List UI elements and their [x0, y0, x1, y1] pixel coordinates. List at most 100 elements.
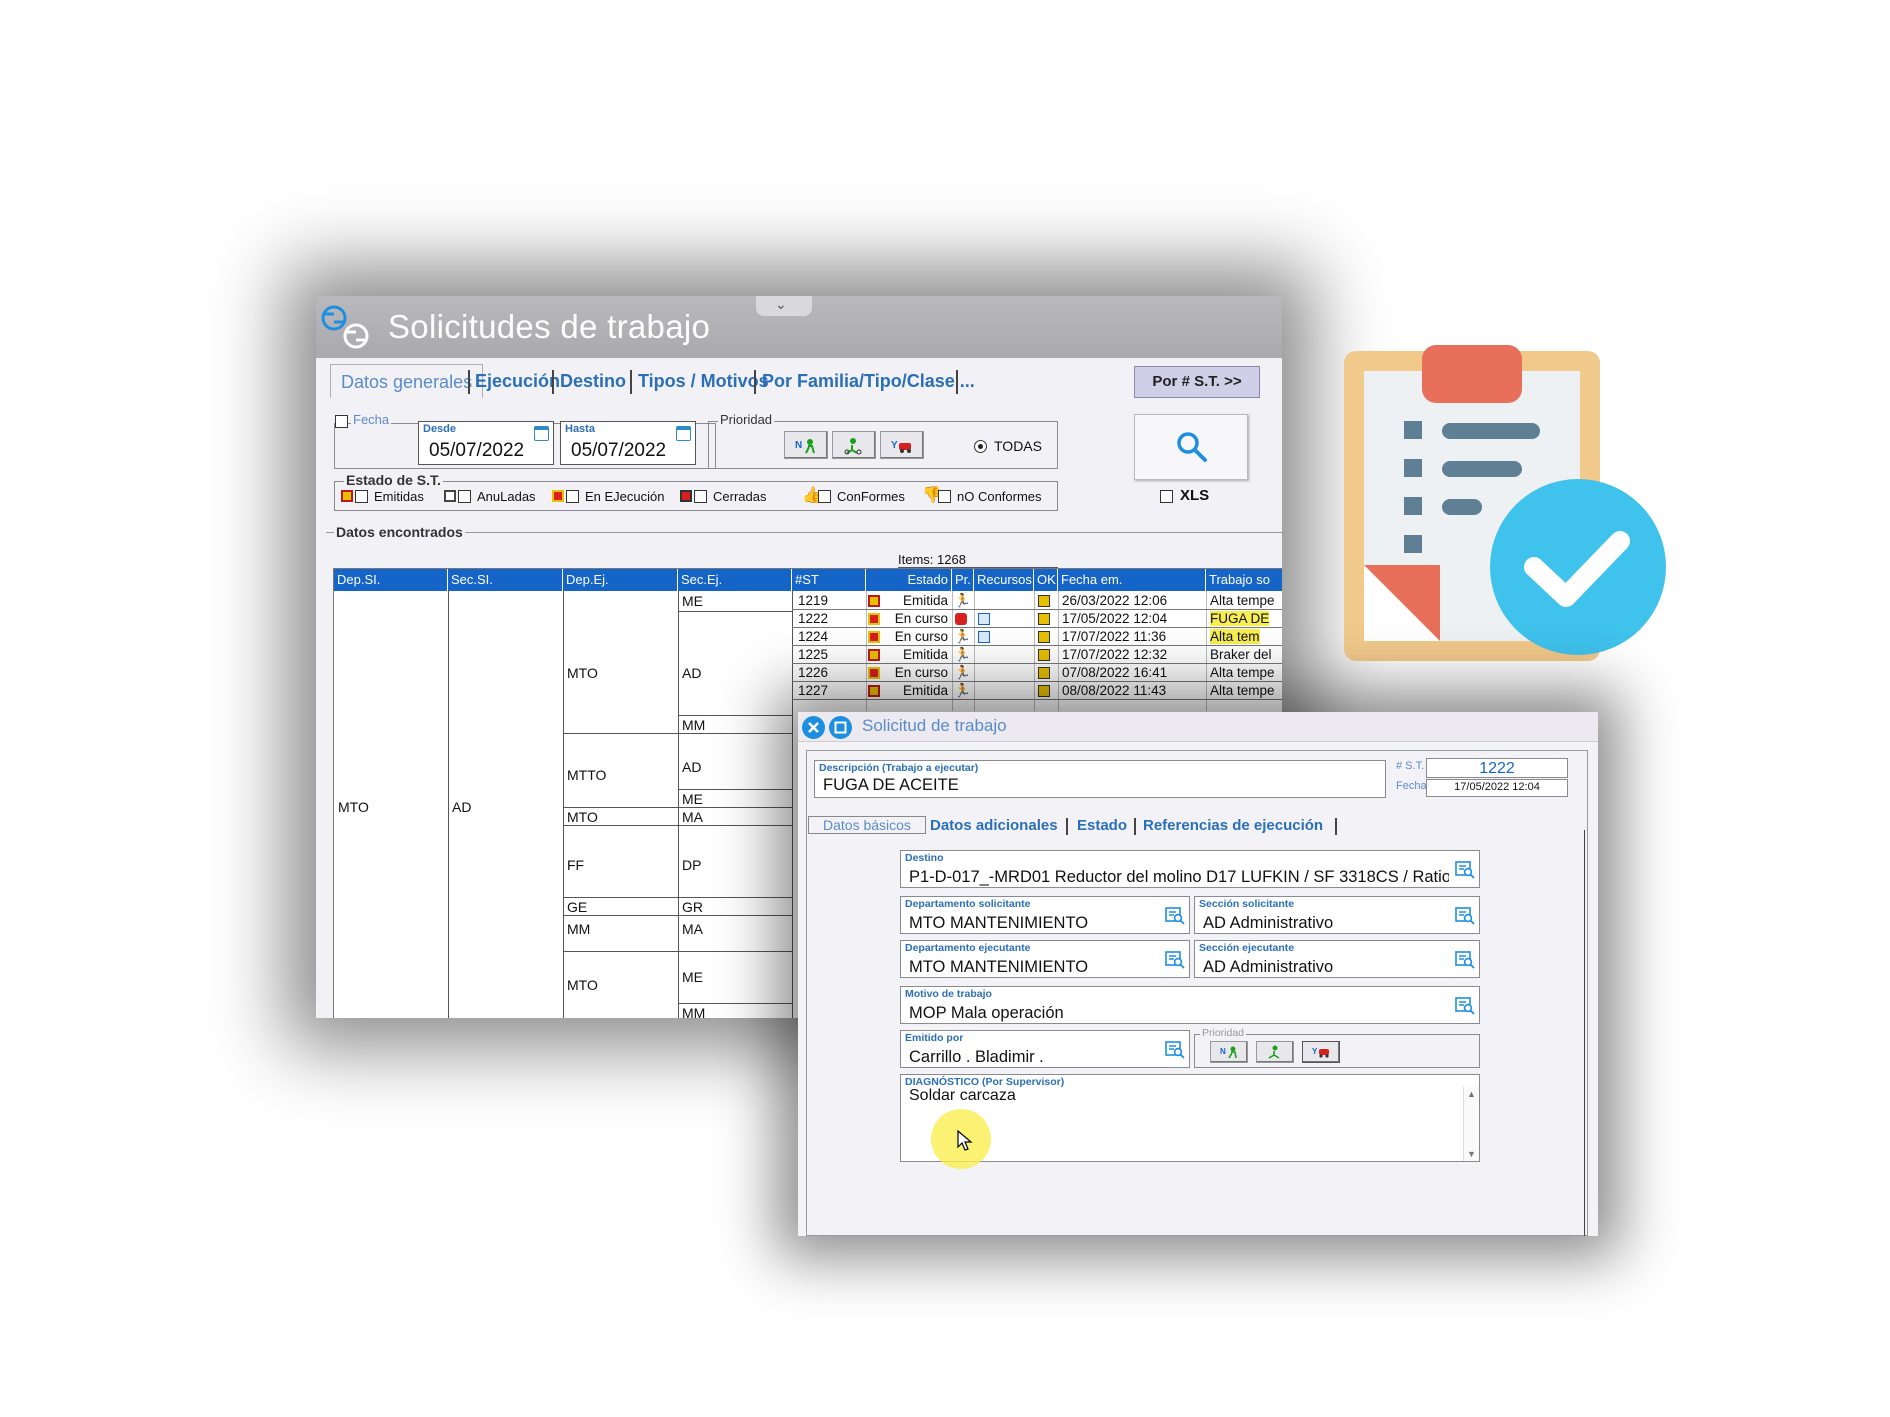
st-field: 1222 [1426, 758, 1568, 778]
priority-low-icon: Y [1312, 1047, 1329, 1058]
priority-low-button[interactable]: Y [880, 431, 924, 459]
col-ok[interactable]: OK [1034, 569, 1058, 591]
col-estado[interactable]: Estado [866, 569, 952, 591]
col-sec-si[interactable]: Sec.SI. [448, 569, 563, 591]
lookup-icon[interactable] [1165, 907, 1185, 925]
sec-ej-cell: GR [682, 899, 703, 915]
col-fecha-em[interactable]: Fecha em. [1058, 569, 1206, 591]
lookup-icon[interactable] [1165, 951, 1185, 969]
fecha-checkbox[interactable] [335, 415, 348, 428]
table-row[interactable]: 1222 En curso 17/05/2022 12:04 FUGA DE [792, 610, 1282, 628]
no-conformes-checkbox[interactable] [938, 490, 951, 503]
cerradas-label: Cerradas [713, 489, 767, 504]
hasta-date-field[interactable]: Hasta 05/07/2022 [560, 421, 696, 465]
emitido-por-label: Emitido por [905, 1032, 964, 1044]
detail-priority-high-button[interactable]: N [1210, 1041, 1248, 1063]
desde-date-field[interactable]: Desde 05/07/2022 [418, 421, 554, 465]
tab-por-familia[interactable]: Por Familia/Tipo/Clase ... [762, 364, 975, 398]
mouse-cursor-icon [957, 1130, 973, 1151]
priority-low-icon: Y [891, 440, 911, 453]
tab-datos-generales[interactable]: Datos generales [330, 364, 484, 398]
tab-datos-adicionales[interactable]: Datos adicionales [930, 817, 1058, 834]
trabajo-text: Alta tem [1210, 629, 1260, 644]
lookup-icon[interactable] [1455, 951, 1475, 969]
col-dep-ej[interactable]: Dep.Ej. [563, 569, 678, 591]
lookup-icon[interactable] [1165, 1041, 1185, 1059]
cerradas-checkbox[interactable] [694, 490, 707, 503]
conformes-label: ConFormes [837, 489, 905, 504]
col-st[interactable]: #ST [792, 569, 866, 591]
trabajo-cell: Alta tempe [1210, 664, 1282, 682]
anuladas-checkbox[interactable] [458, 490, 471, 503]
st-value: 1222 [1479, 760, 1515, 777]
trabajo-text: Alta tempe [1210, 665, 1275, 680]
sec-solicitante-field[interactable]: Sección solicitante AD Administrativo [1194, 896, 1480, 934]
conformes-checkbox[interactable] [818, 490, 831, 503]
scroll-up-icon[interactable]: ▲ [1467, 1089, 1476, 1099]
grid-line [678, 807, 792, 808]
col-recursos[interactable]: Recursos [974, 569, 1034, 591]
descripcion-field[interactable]: Descripción (Trabajo a ejecutar) FUGA DE… [814, 760, 1386, 798]
table-row[interactable]: 1219 Emitida 🏃 26/03/2022 12:06 Alta tem… [792, 592, 1282, 610]
table-row[interactable]: 1225 Emitida 🏃 17/07/2022 12:32 Braker d… [792, 646, 1282, 664]
scroll-down-icon[interactable]: ▼ [1467, 1149, 1476, 1159]
dep-ej-cell: GE [567, 899, 588, 915]
lookup-icon[interactable] [1455, 997, 1475, 1015]
sec-ejecutante-label: Sección ejecutante [1199, 942, 1295, 954]
desde-value: 05/07/2022 [429, 440, 525, 461]
grid-line [563, 807, 678, 808]
table-row[interactable]: 1224 En curso 🏃 17/07/2022 11:36 Alta te… [792, 628, 1282, 646]
dep-ejecutante-field[interactable]: Departamento ejecutante MTO MANTENIMIENT… [900, 940, 1190, 978]
grid-line [678, 715, 792, 716]
close-button[interactable] [802, 716, 825, 739]
sec-ejecutante-value: AD Administrativo [1203, 958, 1334, 976]
sec-ejecutante-field[interactable]: Sección ejecutante AD Administrativo [1194, 940, 1480, 978]
close-icon [808, 722, 819, 733]
maximize-button[interactable] [829, 716, 852, 739]
estado-cell: En curso [894, 665, 948, 680]
calendar-icon[interactable] [676, 426, 691, 441]
calendar-icon[interactable] [534, 426, 549, 441]
emitido-por-field[interactable]: Emitido por Carrillo . Bladimir . [900, 1030, 1190, 1068]
todas-radio[interactable] [974, 440, 987, 453]
dep-solicitante-field[interactable]: Departamento solicitante MTO MANTENIMIEN… [900, 896, 1190, 934]
ok-icon [1038, 685, 1050, 697]
lookup-icon[interactable] [1455, 861, 1475, 879]
collapse-handle[interactable]: ⌄ [756, 296, 812, 316]
en-curso-status-icon [868, 613, 880, 625]
col-dep-si[interactable]: Dep.SI. [334, 569, 448, 591]
destino-field[interactable]: Destino P1-D-017_-MRD01 Reductor del mol… [900, 850, 1480, 888]
detail-priority-medium-button[interactable] [1256, 1041, 1294, 1063]
emitidas-checkbox[interactable] [355, 490, 368, 503]
table-row[interactable]: 1227 Emitida 🏃 08/08/2022 11:43 Alta tem… [792, 682, 1282, 700]
dep-ejecutante-value: MTO MANTENIMIENTO [909, 958, 1089, 976]
table-row[interactable]: 1226 En curso 🏃 07/08/2022 16:41 Alta te… [792, 664, 1282, 682]
motivo-field[interactable]: Motivo de trabajo MOP Mala operación [900, 986, 1480, 1024]
detail-priority-low-button[interactable]: Y [1302, 1041, 1340, 1063]
ok-icon [1038, 613, 1050, 625]
tab-referencias[interactable]: Referencias de ejecución [1143, 817, 1323, 834]
priority-medium-button[interactable] [832, 431, 876, 459]
diagnostico-scrollbar[interactable]: ▲ ▼ [1463, 1087, 1479, 1161]
tab-ejecucion[interactable]: Ejecución [475, 364, 560, 398]
col-pr[interactable]: Pr. [952, 569, 974, 591]
grid-line [678, 915, 792, 916]
lookup-icon[interactable] [1455, 907, 1475, 925]
svg-text:N: N [1220, 1047, 1226, 1056]
tab-destino[interactable]: Destino [560, 364, 626, 398]
en-ejecucion-checkbox[interactable] [566, 490, 579, 503]
fecha-cell: 17/07/2022 11:36 [1062, 629, 1167, 644]
search-button[interactable] [1134, 414, 1248, 480]
anuladas-label: AnuLadas [477, 489, 536, 504]
tab-estado[interactable]: Estado [1077, 817, 1127, 834]
col-sec-ej[interactable]: Sec.Ej. [678, 569, 792, 591]
sec-ej-cell: AD [682, 759, 702, 775]
priority-high-button[interactable]: N [784, 431, 828, 459]
tab-tipos-motivos[interactable]: Tipos / Motivos [638, 364, 769, 398]
runner-icon: 🏃 [954, 629, 971, 644]
col-trabajo[interactable]: Trabajo so [1206, 569, 1282, 591]
por-st-button[interactable]: Por # S.T. >> [1134, 366, 1260, 398]
xls-checkbox[interactable] [1160, 490, 1173, 503]
trabajo-cell: Alta tempe [1210, 592, 1282, 610]
tab-datos-basicos[interactable]: Datos básicos [808, 816, 926, 834]
